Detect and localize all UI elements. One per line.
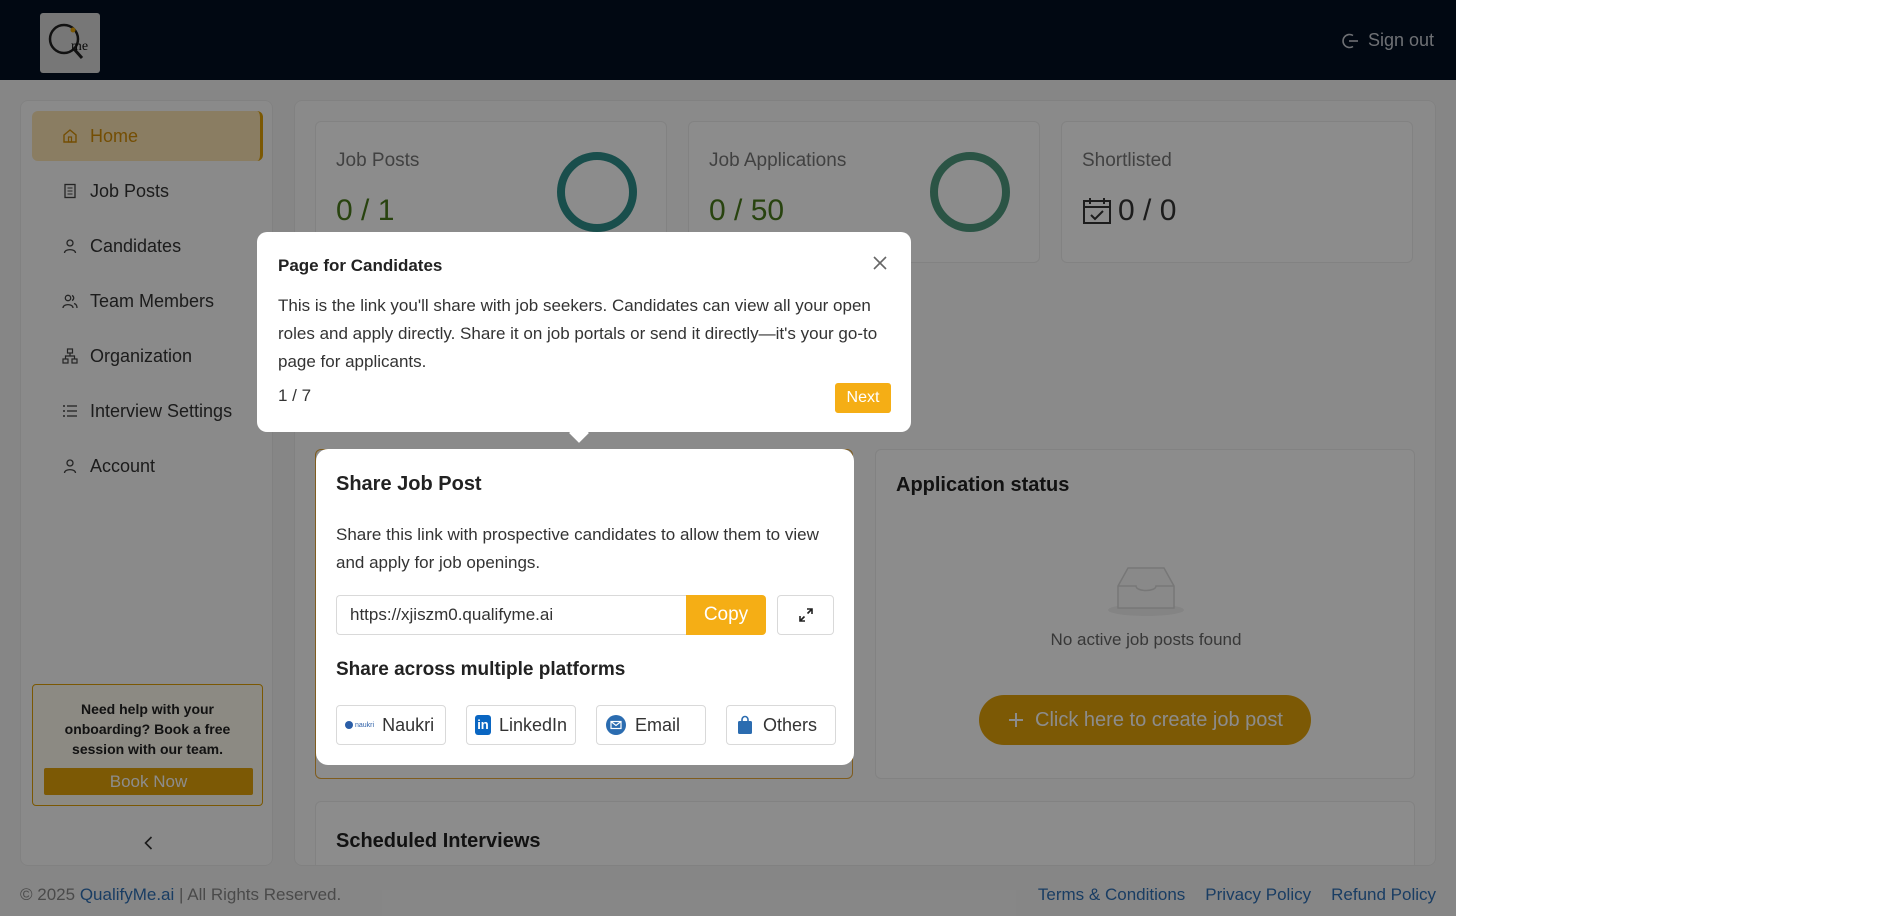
platform-label: Email — [635, 714, 681, 735]
shopping-bag-icon — [738, 715, 752, 734]
share-email-button[interactable]: Email — [596, 705, 706, 745]
tour-next-button[interactable]: Next — [835, 383, 891, 413]
share-description: Share this link with prospective candida… — [336, 525, 819, 572]
tour-popover: Page for Candidates This is the link you… — [257, 232, 911, 432]
email-icon — [606, 715, 626, 735]
copy-button[interactable]: Copy — [686, 595, 766, 635]
share-url-field[interactable]: https://xjiszm0.qualifyme.ai — [336, 595, 686, 635]
platform-label: Naukri — [382, 714, 435, 735]
expand-button[interactable] — [777, 595, 834, 635]
tour-close-button[interactable] — [871, 254, 889, 272]
expand-icon — [798, 608, 813, 622]
platform-label: LinkedIn — [498, 714, 567, 735]
share-platforms-title: Share across multiple platforms — [336, 659, 626, 680]
share-linkedin-button[interactable]: in LinkedIn — [466, 705, 576, 745]
linkedin-icon: in — [475, 715, 491, 735]
naukri-logo-icon: naukri — [345, 721, 374, 729]
naukri-logo-text: naukri — [355, 721, 375, 729]
close-icon — [873, 256, 887, 270]
platform-label: Others — [763, 714, 818, 735]
share-others-button[interactable]: Others — [726, 705, 836, 745]
tour-step-counter: 1 / 7 — [278, 386, 312, 405]
share-job-post-card: Share Job Post Share this link with pros… — [316, 449, 854, 765]
tour-title: Page for Candidates — [278, 256, 443, 275]
share-naukri-button[interactable]: naukri Naukri — [336, 705, 446, 745]
tour-description: This is the link you'll share with job s… — [278, 296, 878, 371]
app-root: me Sign out Home Job Posts Candidates Te… — [0, 0, 1456, 916]
share-title: Share Job Post — [336, 473, 482, 495]
